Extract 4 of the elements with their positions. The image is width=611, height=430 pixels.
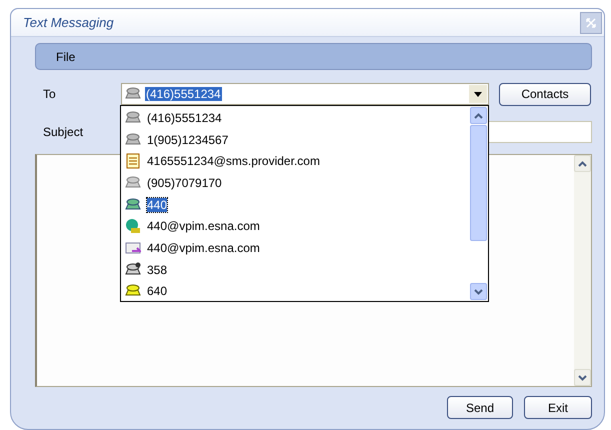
combo-value: (416)5551234 <box>145 87 222 101</box>
field-label: To <box>42 87 57 101</box>
window-title: Text Messaging <box>23 15 114 30</box>
field-label: Subject <box>42 125 84 139</box>
